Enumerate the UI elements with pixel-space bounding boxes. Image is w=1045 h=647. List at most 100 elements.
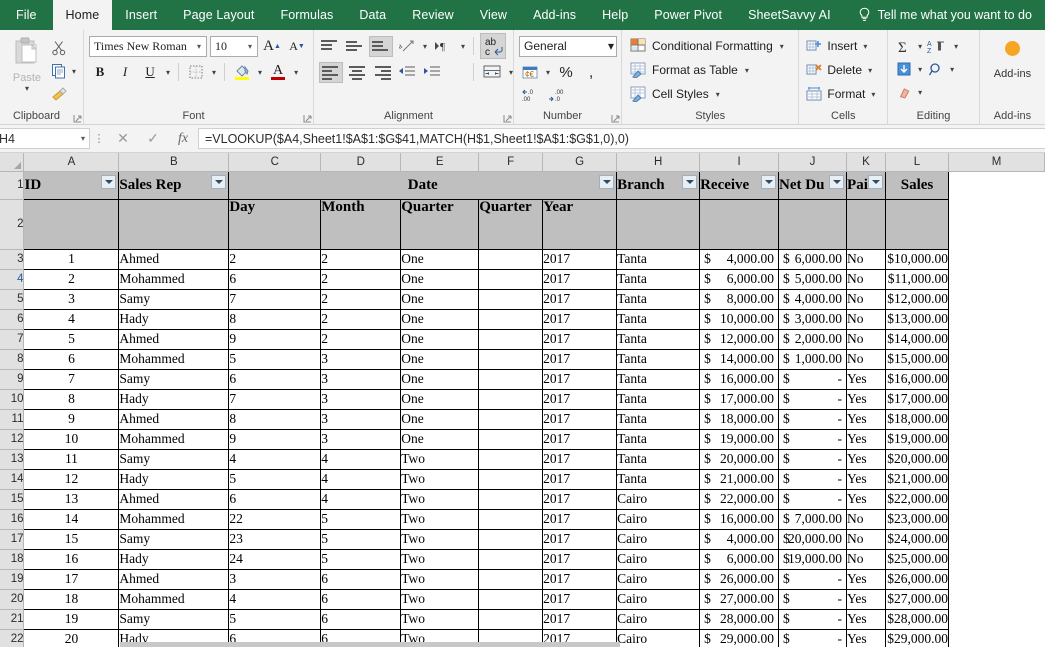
autosum-button[interactable]: Σ [893, 36, 915, 57]
table-row[interactable]: 1917Ahmed36Two2017Cairo$26,000.00$-Yes$2… [0, 569, 1045, 589]
cell-branch[interactable]: Tanta [617, 389, 700, 409]
cancel-formula-button[interactable]: ✕ [108, 128, 138, 149]
cell-year[interactable]: 2017 [543, 269, 617, 289]
cell-quarter[interactable]: One [401, 389, 479, 409]
cell-sales-rep[interactable]: Samy [119, 529, 229, 549]
table-row[interactable]: 119Ahmed83One2017Tanta$18,000.00$-Yes$18… [0, 409, 1045, 429]
cell-quarter[interactable]: Two [401, 449, 479, 469]
cell-receive[interactable]: $17,000.00 [700, 389, 779, 409]
row-header-10[interactable]: 10 [0, 389, 24, 409]
cell-id[interactable]: 14 [24, 509, 119, 529]
increase-indent-button[interactable] [421, 62, 443, 83]
cell-net-due[interactable]: $- [779, 569, 847, 589]
cell-sales[interactable]: $20,000.00 [886, 449, 949, 469]
chevron-down-icon[interactable]: ▾ [869, 90, 877, 99]
cell-net-due[interactable]: $- [779, 389, 847, 409]
cell-year[interactable]: 2017 [543, 549, 617, 569]
fill-color-button[interactable] [231, 62, 253, 83]
row-header-8[interactable]: 8 [0, 349, 24, 369]
cell-sales[interactable]: $15,000.00 [886, 349, 949, 369]
cell-sales-rep[interactable]: Hady [119, 469, 229, 489]
cell-quarter[interactable]: One [401, 309, 479, 329]
row-header-12[interactable]: 12 [0, 429, 24, 449]
cell-receive[interactable]: $8,000.00 [700, 289, 779, 309]
subheader-cell-j[interactable] [779, 199, 847, 249]
cell-day[interactable]: 3 [229, 569, 321, 589]
cell-receive[interactable]: $6,000.00 [700, 549, 779, 569]
subheader-cell-b[interactable] [119, 199, 229, 249]
cell-quarter-2[interactable] [479, 249, 543, 269]
tab-formulas[interactable]: Formulas [267, 0, 346, 30]
cell-sales[interactable]: $28,000.00 [886, 609, 949, 629]
cell-year[interactable]: 2017 [543, 289, 617, 309]
header-cell-date[interactable]: Date [229, 171, 617, 199]
row-header-5[interactable]: 5 [0, 289, 24, 309]
cell-empty-m[interactable] [948, 369, 1044, 389]
cell-day[interactable]: 5 [229, 349, 321, 369]
cell-month[interactable]: 3 [321, 429, 401, 449]
chevron-down-icon[interactable]: ▾ [292, 68, 300, 77]
cell-month[interactable]: 3 [321, 389, 401, 409]
cell-sales-rep[interactable]: Mohammed [119, 429, 229, 449]
cut-button[interactable] [51, 38, 78, 58]
align-left-button[interactable] [319, 62, 343, 83]
subheader-cell-l[interactable] [886, 199, 949, 249]
cell-month[interactable]: 4 [321, 469, 401, 489]
table-row[interactable]: 53Samy72One2017Tanta$8,000.00$4,000.00No… [0, 289, 1045, 309]
cell-quarter[interactable]: One [401, 249, 479, 269]
find-select-button[interactable] [925, 59, 947, 80]
format-painter-button[interactable] [51, 84, 78, 104]
cell-sales-rep[interactable]: Ahmed [119, 249, 229, 269]
cell-empty-m[interactable] [948, 489, 1044, 509]
filter-dropdown-icon[interactable] [868, 175, 883, 189]
chevron-down-icon[interactable]: ▾ [608, 39, 614, 53]
cell-id[interactable]: 17 [24, 569, 119, 589]
cell-net-due[interactable]: $- [779, 629, 847, 647]
cell-receive[interactable]: $20,000.00 [700, 449, 779, 469]
cell-month[interactable]: 4 [321, 489, 401, 509]
cell-day[interactable]: 6 [229, 369, 321, 389]
subheader-cell-year[interactable]: Year [543, 199, 617, 249]
cell-empty-m[interactable] [948, 609, 1044, 629]
cell-paid[interactable]: No [847, 529, 886, 549]
grow-font-button[interactable]: A▲ [261, 36, 283, 57]
cell-sales[interactable]: $27,000.00 [886, 589, 949, 609]
cell-paid[interactable]: Yes [847, 389, 886, 409]
subheader-cell-day[interactable]: Day [229, 199, 321, 249]
cell-year[interactable]: 2017 [543, 529, 617, 549]
table-row[interactable]: 75Ahmed92One2017Tanta$12,000.00$2,000.00… [0, 329, 1045, 349]
header-cell-branch[interactable]: Branch [617, 171, 700, 199]
column-header-m[interactable]: M [948, 153, 1044, 171]
cell-day[interactable]: 5 [229, 609, 321, 629]
cell-receive[interactable]: $28,000.00 [700, 609, 779, 629]
cell-month[interactable]: 6 [321, 589, 401, 609]
clipboard-dialog-launcher[interactable] [73, 114, 82, 123]
cell-day[interactable]: 8 [229, 309, 321, 329]
chevron-down-icon[interactable]: ▾ [459, 42, 467, 51]
cell-id[interactable]: 4 [24, 309, 119, 329]
top-align-button[interactable] [319, 36, 341, 57]
column-header-j[interactable]: J [779, 153, 847, 171]
cell-branch[interactable]: Tanta [617, 309, 700, 329]
filter-dropdown-icon[interactable] [682, 175, 697, 189]
italic-button[interactable]: I [114, 62, 136, 83]
cell-sales[interactable]: $10,000.00 [886, 249, 949, 269]
subheader-cell-k[interactable] [847, 199, 886, 249]
tab-home[interactable]: Home [53, 0, 113, 30]
font-name-combo[interactable]: Times New Roman ▾ [89, 36, 207, 57]
row-header-2[interactable]: 2 [0, 199, 24, 249]
cell-net-due[interactable]: $5,000.00 [779, 269, 847, 289]
cell-month[interactable]: 2 [321, 329, 401, 349]
filter-dropdown-icon[interactable] [829, 175, 844, 189]
cell-id[interactable]: 16 [24, 549, 119, 569]
cell-net-due[interactable]: $20,000.00 [779, 529, 847, 549]
select-all-corner[interactable] [0, 153, 24, 171]
cell-quarter[interactable]: One [401, 369, 479, 389]
cell-receive[interactable]: $21,000.00 [700, 469, 779, 489]
cell-quarter[interactable]: One [401, 349, 479, 369]
column-header-k[interactable]: K [847, 153, 886, 171]
cell-receive[interactable]: $19,000.00 [700, 429, 779, 449]
cell-sales-rep[interactable]: Mohammed [119, 509, 229, 529]
tab-add-ins[interactable]: Add-ins [520, 0, 589, 30]
cell-paid[interactable]: No [847, 549, 886, 569]
